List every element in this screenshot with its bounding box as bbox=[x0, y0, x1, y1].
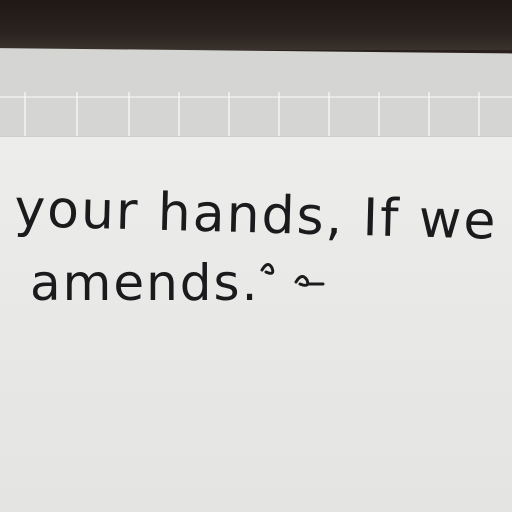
squiggle-mark bbox=[260, 263, 275, 275]
note-line-1: your hands, If we bbox=[14, 179, 498, 252]
handwritten-note: your hands, If we amends. bbox=[14, 179, 498, 312]
squiggle-mark bbox=[294, 275, 325, 287]
note-line-2: amends. bbox=[30, 254, 259, 312]
photo-scene: your hands, If we amends. bbox=[0, 0, 512, 512]
